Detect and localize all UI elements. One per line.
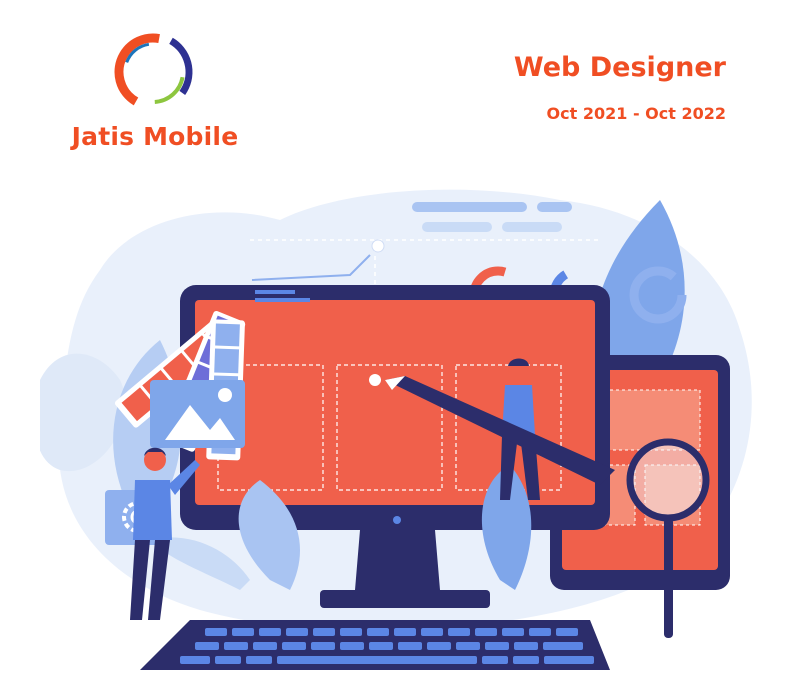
- company-logo: Jatis Mobile: [55, 30, 255, 160]
- employment-period: Oct 2021 - Oct 2022: [546, 104, 726, 123]
- top-bar: [502, 222, 562, 232]
- top-bar: [537, 202, 572, 212]
- job-title: Web Designer: [513, 52, 726, 83]
- company-name: Jatis Mobile: [71, 122, 239, 151]
- web-designer-illustration: [40, 189, 752, 670]
- monitor-stand: [355, 530, 440, 590]
- top-bar: [422, 222, 492, 232]
- logo-ring-icon: [113, 32, 193, 112]
- magnifier-icon: [626, 438, 710, 522]
- top-bar: [412, 202, 527, 212]
